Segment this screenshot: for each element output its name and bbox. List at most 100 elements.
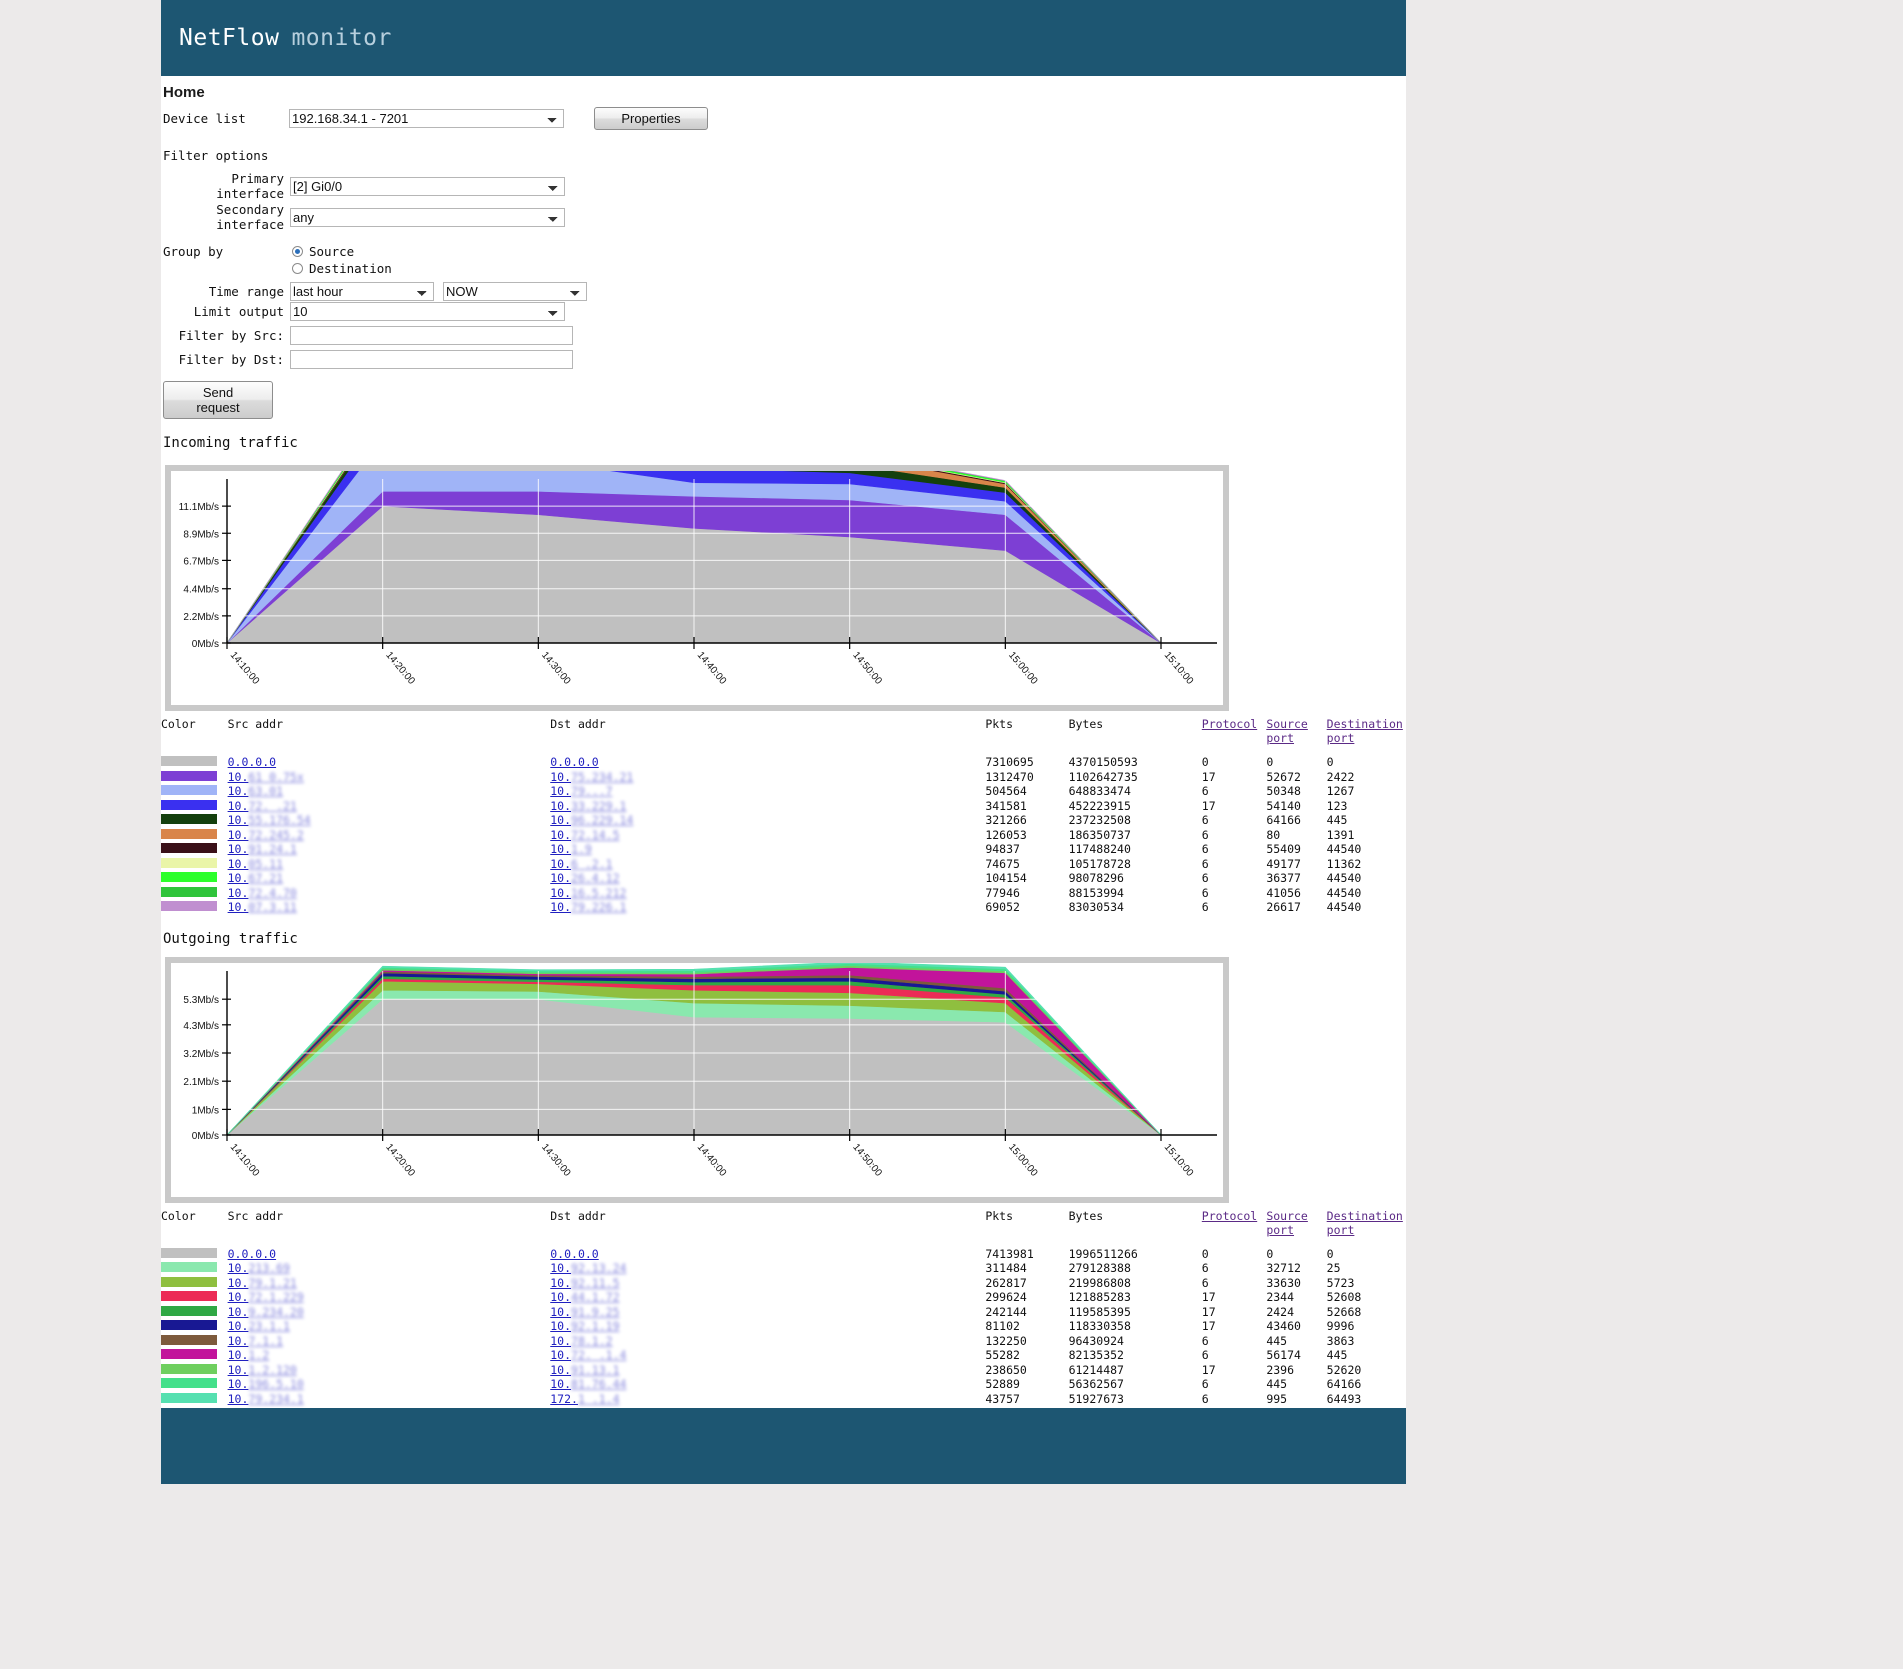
ip-link[interactable]: 10.6 .2.1	[550, 857, 612, 871]
row-src-addr[interactable]: 10.72. .21	[228, 799, 551, 814]
row-dst-addr[interactable]: 10.92.13.24	[550, 1261, 985, 1276]
properties-button[interactable]: Properties	[594, 107, 708, 130]
row-dst-addr[interactable]: 10.44.1.72	[550, 1290, 985, 1305]
ip-link[interactable]: 10.72. .21	[228, 799, 297, 813]
ip-link[interactable]: 10.79.234.1	[228, 1392, 304, 1406]
row-src-addr[interactable]: 10.213.69	[228, 1261, 551, 1276]
incoming-traffic-chart[interactable]: 0Mb/s2.2Mb/s4.4Mb/s6.7Mb/s8.9Mb/s11.1Mb/…	[171, 471, 1223, 705]
row-src-addr[interactable]: 10.07.3.11	[228, 900, 551, 915]
row-dst-addr[interactable]: 0.0.0.0	[550, 755, 985, 770]
secondary-interface-select[interactable]: any	[290, 208, 565, 227]
primary-interface-select[interactable]: [2] Gi0/0	[290, 177, 565, 196]
ip-link[interactable]: 10.72. .1.4	[550, 1348, 626, 1362]
outgoing-chart-canvas[interactable]: 0Mb/s1Mb/s2.1Mb/s3.2Mb/s4.3Mb/s5.3Mb/s14…	[171, 963, 1223, 1197]
row-dst-addr[interactable]: 10.79...7	[550, 784, 985, 799]
filter-dst-input[interactable]	[290, 350, 573, 369]
ip-link[interactable]: 10.92.11.5	[550, 1276, 619, 1290]
send-request-button[interactable]: Send request	[163, 381, 273, 419]
header-source-port[interactable]: Source port	[1266, 711, 1326, 755]
filter-src-input[interactable]	[290, 326, 573, 345]
row-dst-addr[interactable]: 172.1 .1.4	[550, 1392, 985, 1407]
ip-link[interactable]: 10.9.234.20	[228, 1305, 304, 1319]
row-src-addr[interactable]: 10.72.1.229	[228, 1290, 551, 1305]
ip-link[interactable]: 10.91.13.1	[550, 1363, 619, 1377]
ip-link[interactable]: 10.213.69	[228, 1261, 290, 1275]
ip-link[interactable]: 10.72.245.2	[228, 828, 304, 842]
row-src-addr[interactable]: 0.0.0.0	[228, 755, 551, 770]
ip-link[interactable]: 0.0.0.0	[228, 1247, 276, 1261]
ip-link[interactable]: 10.44.1.72	[550, 1290, 619, 1304]
outgoing-traffic-chart[interactable]: 0Mb/s1Mb/s2.1Mb/s3.2Mb/s4.3Mb/s5.3Mb/s14…	[171, 963, 1223, 1197]
row-src-addr[interactable]: 10.72.4.70	[228, 886, 551, 901]
ip-link[interactable]: 10.79.226.1	[550, 900, 626, 914]
row-src-addr[interactable]: 10.79.1.21	[228, 1276, 551, 1291]
ip-link[interactable]: 172.1 .1.4	[550, 1392, 619, 1406]
ip-link[interactable]: 10.16.5.212	[550, 886, 626, 900]
ip-link[interactable]: 10.79.1.21	[228, 1276, 297, 1290]
ip-link[interactable]: 10.196.5.10	[228, 1377, 304, 1391]
device-list-select[interactable]: 192.168.34.1 - 7201	[289, 109, 564, 128]
header-protocol[interactable]: Protocol	[1202, 711, 1267, 755]
row-dst-addr[interactable]: 10.79.226.1	[550, 900, 985, 915]
row-src-addr[interactable]: 10.1.2	[228, 1348, 551, 1363]
row-dst-addr[interactable]: 10.72. .1.4	[550, 1348, 985, 1363]
group-by-destination-option[interactable]: Destination	[292, 261, 392, 276]
row-src-addr[interactable]: 10.1.2.120	[228, 1363, 551, 1378]
ip-link[interactable]: 10.1.9	[550, 842, 592, 856]
ip-link[interactable]: 10.91.24.1	[228, 842, 297, 856]
ip-link[interactable]: 10.72.1.229	[228, 1290, 304, 1304]
row-src-addr[interactable]: 10.63.01	[228, 784, 551, 799]
ip-link[interactable]: 10.1.2.120	[228, 1363, 297, 1377]
row-src-addr[interactable]: 10.79.234.1	[228, 1392, 551, 1407]
row-dst-addr[interactable]: 10.81.76.44	[550, 1377, 985, 1392]
row-dst-addr[interactable]: 10.26.4.12	[550, 871, 985, 886]
time-anchor-select[interactable]: NOW	[443, 282, 587, 301]
ip-link[interactable]: 0.0.0.0	[550, 755, 598, 769]
header-destination-port[interactable]: Destination port	[1327, 711, 1406, 755]
row-dst-addr[interactable]: 10.75.234.21	[550, 770, 985, 785]
row-src-addr[interactable]: 10.61 0.75x	[228, 770, 551, 785]
ip-link[interactable]: 10.91.9.25	[550, 1305, 619, 1319]
ip-link[interactable]: 10.23.1.1	[228, 1319, 290, 1333]
radio-destination-icon[interactable]	[292, 263, 303, 274]
row-dst-addr[interactable]: 10.96.229.14	[550, 813, 985, 828]
ip-link[interactable]: 10.72.4.70	[228, 886, 297, 900]
ip-link[interactable]: 10.72.14.5	[550, 828, 619, 842]
row-dst-addr[interactable]: 10.72.14.5	[550, 828, 985, 843]
row-src-addr[interactable]: 10.196.5.10	[228, 1377, 551, 1392]
header-protocol[interactable]: Protocol	[1202, 1203, 1267, 1247]
row-dst-addr[interactable]: 10.1.9	[550, 842, 985, 857]
row-src-addr[interactable]: 10.55.176.54	[228, 813, 551, 828]
ip-link[interactable]: 10.1.2	[228, 1348, 270, 1362]
row-src-addr[interactable]: 10.23.1.1	[228, 1319, 551, 1334]
ip-link[interactable]: 10.33.229.1	[550, 799, 626, 813]
row-src-addr[interactable]: 10.9.234.20	[228, 1305, 551, 1320]
row-dst-addr[interactable]: 10.78.1.2	[550, 1334, 985, 1349]
ip-link[interactable]: 10.55.176.54	[228, 813, 311, 827]
incoming-chart-canvas[interactable]: 0Mb/s2.2Mb/s4.4Mb/s6.7Mb/s8.9Mb/s11.1Mb/…	[171, 471, 1223, 705]
ip-link[interactable]: 10.96.229.14	[550, 813, 633, 827]
header-source-port[interactable]: Source port	[1266, 1203, 1326, 1247]
row-dst-addr[interactable]: 10.6 .2.1	[550, 857, 985, 872]
row-dst-addr[interactable]: 10.16.5.212	[550, 886, 985, 901]
header-destination-port[interactable]: Destination port	[1327, 1203, 1406, 1247]
ip-link[interactable]: 0.0.0.0	[228, 755, 276, 769]
ip-link[interactable]: 0.0.0.0	[550, 1247, 598, 1261]
ip-link[interactable]: 10.67.21	[228, 871, 283, 885]
radio-source-icon[interactable]	[292, 246, 303, 257]
row-dst-addr[interactable]: 10.91.9.25	[550, 1305, 985, 1320]
row-src-addr[interactable]: 10.7.1.1	[228, 1334, 551, 1349]
ip-link[interactable]: 10.7.1.1	[228, 1334, 283, 1348]
row-src-addr[interactable]: 10.05.11	[228, 857, 551, 872]
group-by-source-option[interactable]: Source	[292, 244, 392, 259]
ip-link[interactable]: 10.92.1.19	[550, 1319, 619, 1333]
ip-link[interactable]: 10.81.76.44	[550, 1377, 626, 1391]
time-range-select[interactable]: last hour	[290, 282, 434, 301]
row-src-addr[interactable]: 0.0.0.0	[228, 1247, 551, 1262]
row-src-addr[interactable]: 10.72.245.2	[228, 828, 551, 843]
row-dst-addr[interactable]: 10.33.229.1	[550, 799, 985, 814]
ip-link[interactable]: 10.26.4.12	[550, 871, 619, 885]
row-src-addr[interactable]: 10.67.21	[228, 871, 551, 886]
row-dst-addr[interactable]: 10.92.11.5	[550, 1276, 985, 1291]
row-dst-addr[interactable]: 0.0.0.0	[550, 1247, 985, 1262]
